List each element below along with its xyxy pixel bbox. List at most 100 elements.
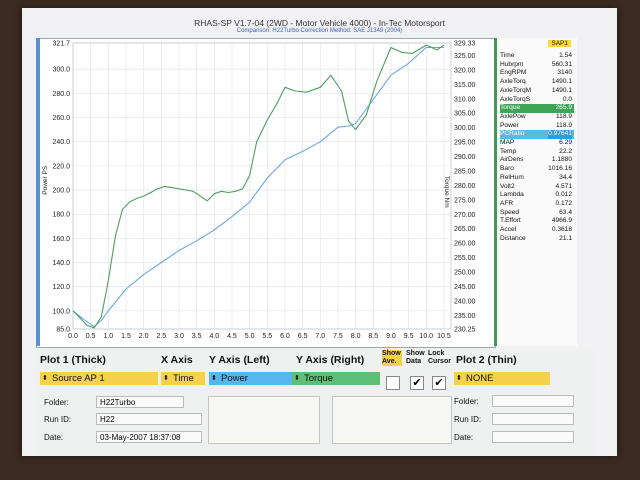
y-left-tick-label: 120.0 — [52, 284, 70, 291]
y-left-tick-label: 180.0 — [52, 212, 70, 219]
readout-row: AxlePow 118.9 — [500, 113, 574, 122]
run-id2-field[interactable] — [492, 413, 574, 425]
notes-panel-left[interactable] — [208, 396, 320, 444]
y-right-tick-label: 230.25 — [454, 327, 476, 334]
x-tick-label: 0.5 — [86, 333, 96, 340]
y-right-tick-label: 325.00 — [454, 53, 476, 60]
readout-row: MAP 6.29 — [500, 139, 574, 148]
readout-key: AxlePow — [500, 112, 526, 120]
power-torque-chart[interactable]: 0.0 0.5 1.0 1.5 2.0 2.5 3.0 3.5 4.0 4.5 5.0 5.5 6.0 6… — [37, 39, 495, 347]
readout-value: 34.4 — [559, 173, 572, 181]
date2-label: Date: — [454, 433, 474, 442]
readout-row: Speed 63.4 — [500, 209, 574, 218]
x-axis-label: X Axis — [161, 354, 193, 366]
readout-value: 1490.1 — [551, 86, 572, 94]
window-title: RHAS-SP V1.7-04 (2WD - Motor Vehicle 400… — [194, 18, 445, 28]
y-right-tick-label: 280.00 — [454, 183, 476, 190]
folder2-field[interactable] — [492, 395, 574, 407]
readout-key: Baro — [500, 165, 514, 173]
y-left-tick-label: 85.0 — [56, 327, 70, 334]
show-ave-checkbox[interactable] — [386, 376, 400, 390]
readout-value: 21.1 — [559, 234, 572, 242]
up-down-arrows-icon: ⬍ — [163, 375, 169, 382]
readout-key: MAP — [500, 139, 515, 146]
x-tick-label: 4.0 — [209, 333, 219, 340]
readout-row: EngRPM 3140 — [500, 69, 574, 78]
x-tick-label: 9.5 — [404, 333, 414, 340]
run-id2-label: Run ID: — [454, 415, 482, 424]
x-tick-label: 8.0 — [351, 333, 361, 340]
y-right-tick-label: 245.00 — [454, 284, 476, 291]
readout-row: Distance 21.1 — [500, 235, 574, 244]
readout-row: AFR 0.172 — [500, 200, 574, 209]
y-right-tick-label: 315.00 — [454, 82, 476, 89]
readout-key: Lambda — [500, 191, 524, 199]
chart-area[interactable]: 0.0 0.5 1.0 1.5 2.0 2.5 3.0 3.5 4.0 4.5 5.0 5.5 6.0 6… — [36, 38, 496, 348]
readout-key: T.Effort — [500, 217, 521, 225]
date-field[interactable]: 03-May-2007 18:37:08 — [96, 431, 202, 443]
y-right-tick-label: 275.00 — [454, 197, 476, 204]
checkmark-icon: ✔ — [412, 377, 422, 389]
readout-value: 1490.1 — [551, 78, 572, 86]
lock-cursor-checkbox[interactable]: ✔ — [432, 376, 446, 390]
show-data-checkbox[interactable]: ✔ — [410, 376, 424, 390]
readout-value: 118.9 — [555, 112, 572, 120]
readout-row: T.Effort 4966.9 — [500, 217, 574, 226]
control-panel: Plot 1 (Thick) X Axis Y Axis (Left) Y Ax… — [36, 348, 596, 456]
readout-value: 1.54 — [559, 52, 572, 59]
y-left-tick-label: 200.0 — [52, 188, 70, 195]
readout-value: 0.97641 — [548, 130, 572, 139]
x-tick-label: 0.0 — [68, 333, 78, 340]
readout-key: Torque — [500, 104, 521, 112]
folder-field[interactable]: H22Turbo — [96, 396, 184, 408]
up-down-arrows-icon: ⬍ — [42, 375, 48, 382]
readout-row: Volt2 4.571 — [500, 183, 574, 192]
x-tick-label: 2.0 — [139, 333, 149, 340]
y-axis-left-label: Y Axis (Left) — [209, 354, 270, 366]
readout-row: Torque 265.9 — [500, 104, 574, 113]
y-right-tick-label: 285.00 — [454, 168, 476, 175]
y-axis-right-label: Y Axis (Right) — [296, 354, 365, 366]
readout-key: AirDens — [500, 156, 524, 164]
x-tick-label: 7.5 — [333, 333, 343, 340]
readout-row: Baro 1016.16 — [500, 165, 574, 174]
plot2-select[interactable]: ⬍ NONE — [454, 372, 550, 385]
run-id-field[interactable]: H22 — [96, 413, 202, 425]
left-axis-bar — [36, 38, 40, 346]
printed-sheet: RHAS-SP V1.7-04 (2WD - Motor Vehicle 400… — [22, 8, 617, 456]
readout-value: 3140 — [557, 69, 572, 77]
y-axis-left-title: Power PS — [42, 165, 49, 195]
y-left-tick-label: 300.0 — [52, 67, 70, 74]
x-tick-label: 5.0 — [245, 333, 255, 340]
show-data-label: Show Data — [406, 350, 425, 365]
readout-value: 560.31 — [551, 60, 572, 68]
y-left-tick-label: 280.0 — [52, 91, 70, 98]
y-right-tick-label: 300.00 — [454, 125, 476, 132]
y-right-tick-label: 305.00 — [454, 111, 476, 118]
y-right-tick-label: 290.00 — [454, 154, 476, 161]
readout-key: PCRatio — [500, 130, 525, 138]
x-tick-label: 7.0 — [315, 333, 325, 340]
date2-field[interactable] — [492, 431, 574, 443]
y-axis-left-select[interactable]: ⬍ Power — [209, 372, 293, 385]
readout-row: Hubrpm 560.31 — [500, 61, 574, 70]
series-line-1 — [72, 44, 445, 329]
x-tick-label: 3.0 — [174, 333, 184, 340]
readout-value: 0.172 — [555, 199, 572, 207]
y-right-tick-label: 320.00 — [454, 67, 476, 74]
readout-key: Volt2 — [500, 182, 515, 190]
x-axis-select[interactable]: ⬍ Time — [161, 372, 205, 385]
y-right-tick-label: 235.00 — [454, 313, 476, 320]
y-axis-right-select[interactable]: ⬍ Torque — [292, 372, 380, 385]
y-axis-right-select-value: Torque — [304, 373, 334, 384]
notes-panel-right[interactable] — [332, 396, 452, 444]
x-tick-label: 8.5 — [368, 333, 378, 340]
comparison-subtitle: Comparison: H22Turbo Correction Method: … — [236, 28, 403, 34]
plot1-select[interactable]: ⬍ Source AP 1 — [40, 372, 158, 385]
folder2-label: Folder: — [454, 397, 479, 406]
readout-row: Accel 0.3618 — [500, 226, 574, 235]
readout-key: Accel — [500, 226, 517, 233]
readout-key: Temp — [500, 147, 517, 155]
readout-value: 118.9 — [555, 121, 572, 129]
y-left-tick-label: 100.0 — [52, 308, 70, 315]
